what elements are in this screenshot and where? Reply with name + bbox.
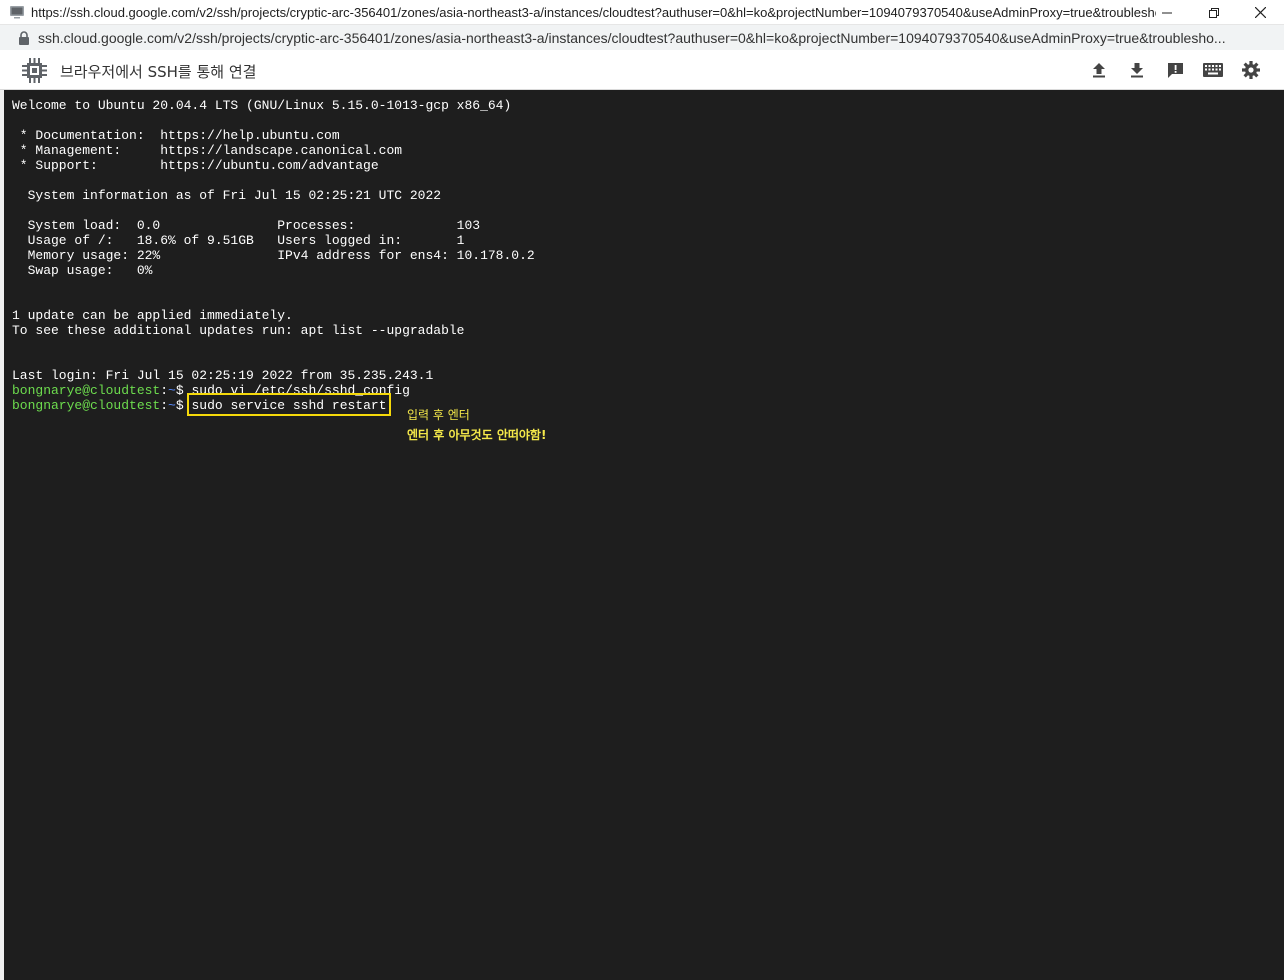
keyboard-icon [1203,63,1223,77]
welcome-line: Welcome to Ubuntu 20.04.4 LTS (GNU/Linux… [12,98,512,113]
prompt-path: ~ [168,398,176,413]
app-header: 브라우저에서 SSH를 통해 연결 [0,50,1284,90]
download-icon [1131,63,1143,78]
management-line: * Management: https://landscape.canonica… [12,143,403,158]
prompt-user: bongnarye@cloudtest [12,383,161,398]
restore-icon [1208,7,1219,18]
stat-line: Swap usage: 0% [12,263,153,278]
support-line: * Support: https://ubuntu.com/advantage [12,158,379,173]
prompt-path: ~ [168,383,176,398]
toolbar [1080,58,1270,82]
doc-line: * Documentation: https://help.ubuntu.com [12,128,340,143]
restore-button[interactable] [1190,0,1237,25]
update-hint-line: To see these additional updates run: apt… [12,323,465,338]
url-text[interactable]: ssh.cloud.google.com/v2/ssh/projects/cry… [38,30,1268,46]
settings-icon [1242,61,1260,79]
minimize-icon [1161,12,1172,13]
highlight-box [187,393,391,416]
terminal-area[interactable]: Welcome to Ubuntu 20.04.4 LTS (GNU/Linux… [4,90,1284,980]
sysinfo-line: System information as of Fri Jul 15 02:2… [12,188,442,203]
keyboard-button[interactable] [1194,58,1232,82]
minimize-button[interactable] [1143,0,1190,25]
upload-file-button[interactable] [1080,58,1118,82]
compute-chip-icon [22,58,47,83]
terminal-output: Welcome to Ubuntu 20.04.4 LTS (GNU/Linux… [12,98,535,413]
last-login-line: Last login: Fri Jul 15 02:25:19 2022 fro… [12,368,434,383]
address-bar[interactable]: ssh.cloud.google.com/v2/ssh/projects/cry… [0,25,1284,50]
prompt-separator: : [160,398,169,413]
stat-line: Usage of /: 18.6% of 9.51GB Users logged… [12,233,465,248]
close-icon [1255,7,1266,18]
window-title-bar: https://ssh.cloud.google.com/v2/ssh/proj… [0,0,1284,25]
close-button[interactable] [1237,0,1284,25]
upload-icon [1093,63,1105,78]
window-title: https://ssh.cloud.google.com/v2/ssh/proj… [31,4,1156,20]
annotation-note: 엔터 후 아무것도 안떠야함! [407,428,547,442]
ssh-terminal-icon [10,6,24,19]
update-line: 1 update can be applied immediately. [12,308,293,323]
prompt-separator: : [160,383,169,398]
page-title: 브라우저에서 SSH를 통해 연결 [60,63,257,81]
prompt-user: bongnarye@cloudtest [12,398,161,413]
stat-line: Memory usage: 22% IPv4 address for ens4:… [12,248,535,263]
settings-button[interactable] [1232,58,1270,82]
lock-icon [19,30,29,45]
feedback-button[interactable] [1156,58,1194,82]
annotation-note: 입력 후 엔터 [407,408,470,422]
stat-line: System load: 0.0 Processes: 103 [12,218,481,233]
download-file-button[interactable] [1118,58,1156,82]
feedback-icon [1167,62,1183,78]
